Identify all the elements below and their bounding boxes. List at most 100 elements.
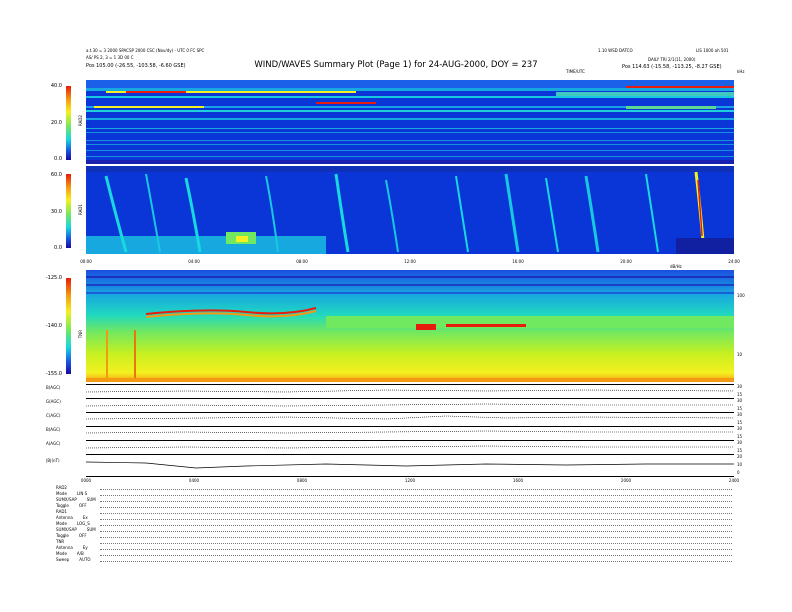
settings-value: LIN S bbox=[76, 491, 88, 496]
tnr-tick-top: -125.0 bbox=[45, 275, 62, 281]
settings-value: SUM bbox=[86, 527, 96, 532]
settings-key: SUMX/SAP bbox=[56, 497, 77, 502]
rad-time-tick-4: 16:00 bbox=[512, 259, 524, 264]
line-panel-6-label: |B|(nT) bbox=[46, 458, 60, 463]
tnr-tick-bottom: -155.0 bbox=[45, 371, 62, 377]
line-panel-2-label: G(AGC) bbox=[46, 399, 61, 404]
line-time-tick-1: 0400 bbox=[188, 478, 200, 483]
line-panel-2-right-a: 30 bbox=[737, 398, 743, 403]
settings-value: Ex bbox=[82, 515, 88, 520]
settings-value: LOG_S bbox=[76, 521, 90, 526]
rad1-tick-bottom: 0.0 bbox=[54, 245, 62, 251]
line-panels-traces bbox=[86, 389, 734, 469]
tnr-tick-mid: -140.0 bbox=[45, 323, 62, 329]
settings-row: RAD1 bbox=[56, 509, 77, 514]
settings-row-dots bbox=[100, 519, 732, 520]
tnr-right-tick-10: 10 bbox=[737, 352, 743, 357]
line-panel-6-right-c: 0 bbox=[737, 470, 740, 475]
line-time-tick-3: 1200 bbox=[404, 478, 416, 483]
settings-row: Mode LOG_S bbox=[56, 521, 90, 526]
settings-row: Toggle OFF bbox=[56, 533, 87, 538]
settings-row: RAD2 bbox=[56, 485, 77, 490]
rad1-colorbar bbox=[66, 174, 71, 248]
settings-row: Mode LIN S bbox=[56, 491, 87, 496]
khz-label: kHz bbox=[737, 69, 745, 74]
line-panel-5-label: A(AGC) bbox=[46, 441, 61, 446]
tnr-unit-label: dB/Hz bbox=[670, 264, 682, 269]
settings-value: Ey bbox=[82, 545, 88, 550]
line-panel-3-right-b: 15 bbox=[737, 420, 743, 425]
settings-row-dots bbox=[100, 525, 732, 526]
settings-row-dots bbox=[100, 537, 732, 538]
rad2-spectrogram bbox=[86, 80, 734, 164]
line-panel-bottom-axis bbox=[86, 476, 734, 477]
rad-time-tick-3: 12:00 bbox=[404, 259, 416, 264]
settings-row-dots bbox=[100, 489, 732, 490]
line-panel-5-right-a: 30 bbox=[737, 440, 743, 445]
line-panel-3-right-a: 30 bbox=[737, 412, 743, 417]
line-panel-5-right-b: 15 bbox=[737, 448, 743, 453]
line-panel-1-right-a: 30 bbox=[737, 384, 743, 389]
settings-key: Sweep bbox=[56, 557, 70, 562]
rad-time-tick-2: 08:00 bbox=[296, 259, 308, 264]
settings-value: AUTO bbox=[79, 557, 91, 562]
settings-row: Sweep AUTO bbox=[56, 557, 91, 562]
line-panel-1-right-b: 15 bbox=[737, 392, 743, 397]
settings-row-dots bbox=[100, 561, 732, 562]
settings-row-dots bbox=[100, 555, 732, 556]
header-right-line: DAILY TRI 2/1(11, 2000) bbox=[648, 57, 696, 62]
header-left-line1: a.t.30 = 3 2000 SPACSP 2000 CSC (Nov/dy)… bbox=[86, 48, 205, 53]
tnr-label: TNR bbox=[78, 330, 83, 339]
tnr-colorbar bbox=[66, 278, 71, 374]
settings-key: Mode bbox=[56, 491, 67, 496]
line-panel-3-label: C(AGC) bbox=[46, 413, 61, 418]
rad2-label: RAD2 bbox=[78, 115, 83, 126]
settings-row: Mode A/B bbox=[56, 551, 84, 556]
header-right-top1: 1.10 WSD DATCO bbox=[598, 48, 633, 53]
settings-key: Toggle bbox=[56, 533, 69, 538]
tnr-right-tick-100: 100 bbox=[737, 293, 745, 298]
settings-row-dots bbox=[100, 543, 732, 544]
settings-row-dots bbox=[100, 513, 732, 514]
settings-key: SUMX/SAP bbox=[56, 527, 77, 532]
settings-row: Antenna Ex bbox=[56, 515, 88, 520]
line-time-tick-5: 2000 bbox=[620, 478, 632, 483]
line-panel-6-right-b: 10 bbox=[737, 462, 743, 467]
settings-key: TNR bbox=[56, 539, 65, 544]
settings-row-dots bbox=[100, 495, 732, 496]
rad1-spectrogram bbox=[86, 166, 734, 254]
line-time-tick-2: 0800 bbox=[296, 478, 308, 483]
settings-key: Toggle bbox=[56, 503, 69, 508]
line-panel-2-right-b: 15 bbox=[737, 406, 743, 411]
settings-row: TNR bbox=[56, 539, 74, 544]
settings-key: Antenna bbox=[56, 545, 73, 550]
settings-row-dots bbox=[100, 501, 732, 502]
rad1-tick-top: 60.0 bbox=[50, 172, 62, 178]
line-time-tick-4: 1600 bbox=[512, 478, 524, 483]
settings-value: SUM bbox=[86, 497, 96, 502]
settings-value: OFF bbox=[78, 503, 87, 508]
settings-row-dots bbox=[100, 549, 732, 550]
rad-time-tick-1: 04:00 bbox=[188, 259, 200, 264]
settings-key: Mode bbox=[56, 521, 67, 526]
rad2-tick-bottom: 0.0 bbox=[54, 156, 62, 162]
settings-key: Antenna bbox=[56, 515, 73, 520]
header-right-pos: Pos 114.63 (-15.58, -113.25, -8.27 GSE) bbox=[622, 64, 722, 70]
header-right-top2: LIS 1000 ah 501 bbox=[696, 48, 729, 53]
settings-row-dots bbox=[100, 507, 732, 508]
line-time-tick-6: 2400 bbox=[728, 478, 740, 483]
rad1-label: RAD1 bbox=[78, 204, 83, 215]
settings-row-dots bbox=[100, 531, 732, 532]
rad-time-tick-0: 00:00 bbox=[80, 259, 92, 264]
rad2-tick-top: 40.0 bbox=[50, 83, 62, 89]
time-utc-label: TIME/UTC bbox=[566, 69, 585, 74]
line-time-tick-0: 0000 bbox=[80, 478, 92, 483]
line-panel-4-right-a: 30 bbox=[737, 426, 743, 431]
rad1-tick-mid: 30.0 bbox=[50, 209, 62, 215]
settings-key: RAD1 bbox=[56, 509, 67, 514]
line-panel-4-right-b: 15 bbox=[737, 434, 743, 439]
rad-time-tick-6: 24:00 bbox=[728, 259, 740, 264]
line-panel-4-label: B(AGC) bbox=[46, 427, 61, 432]
settings-value: A/B bbox=[76, 551, 84, 556]
rad-time-tick-5: 20:00 bbox=[620, 259, 632, 264]
